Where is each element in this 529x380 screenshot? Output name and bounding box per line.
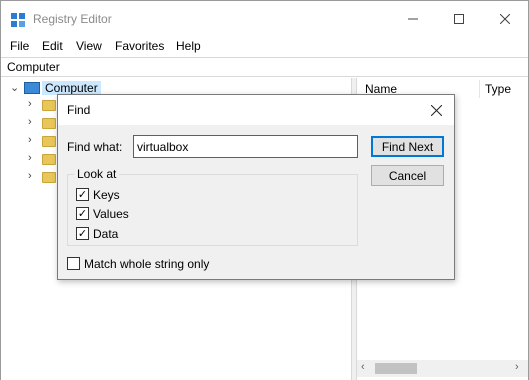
close-icon	[430, 104, 442, 116]
folder-icon	[42, 100, 56, 111]
data-label: Data	[93, 227, 119, 241]
tree-item-label: Computer	[42, 81, 101, 95]
close-icon	[500, 14, 510, 24]
look-at-group: Look at ✓ Keys ✓ Values ✓ Data	[67, 167, 358, 246]
keys-checkbox[interactable]: ✓	[76, 188, 89, 201]
scroll-left-icon[interactable]: ‹	[361, 361, 365, 373]
chevron-right-icon[interactable]: ›	[28, 152, 32, 164]
find-next-label: Find Next	[381, 139, 434, 154]
address-bar[interactable]: Computer	[1, 57, 528, 77]
find-what-input[interactable]	[133, 135, 358, 158]
menu-bar: File Edit View Favorites Help	[1, 37, 528, 57]
chevron-right-icon[interactable]: ›	[28, 134, 32, 146]
title-bar[interactable]: Registry Editor	[1, 1, 528, 37]
tree-item[interactable]: ›	[1, 97, 61, 114]
dialog-close-button[interactable]	[424, 98, 448, 122]
tree-item[interactable]: ›	[1, 115, 61, 132]
column-divider[interactable]	[479, 80, 480, 98]
minimize-button[interactable]	[390, 1, 436, 37]
data-checkbox[interactable]: ✓	[76, 227, 89, 240]
scroll-right-icon[interactable]: ›	[515, 361, 519, 373]
registry-editor-icon	[11, 13, 25, 27]
address-text: Computer	[7, 60, 60, 74]
find-what-label: Find what:	[67, 140, 123, 154]
maximize-icon	[454, 14, 464, 24]
folder-icon	[42, 136, 56, 147]
keys-label: Keys	[93, 188, 120, 202]
folder-icon	[42, 172, 56, 183]
look-at-label: Look at	[74, 167, 120, 181]
horizontal-scrollbar[interactable]: ‹ ›	[357, 360, 528, 377]
cancel-button[interactable]: Cancel	[371, 165, 444, 186]
menu-file[interactable]: File	[10, 39, 29, 53]
find-dialog: Find Find what: Find Next Cancel Look at…	[57, 94, 455, 280]
tree-item[interactable]: ›	[1, 133, 61, 150]
computer-icon	[24, 82, 40, 94]
match-whole-label: Match whole string only	[84, 257, 210, 271]
tree-item[interactable]: ›	[1, 151, 61, 168]
maximize-button[interactable]	[436, 1, 482, 37]
dialog-title: Find	[67, 103, 91, 117]
cancel-label: Cancel	[388, 168, 427, 183]
find-next-button[interactable]: Find Next	[371, 136, 444, 157]
menu-help[interactable]: Help	[176, 39, 201, 53]
chevron-right-icon[interactable]: ›	[28, 116, 32, 128]
match-whole-checkbox[interactable]	[67, 257, 80, 270]
tree-item[interactable]: ›	[1, 169, 61, 186]
scrollbar-thumb[interactable]	[375, 363, 417, 374]
values-checkbox[interactable]: ✓	[76, 207, 89, 220]
dialog-title-bar[interactable]: Find	[58, 95, 454, 125]
chevron-right-icon[interactable]: ›	[28, 170, 32, 182]
chevron-right-icon[interactable]: ›	[28, 98, 32, 110]
menu-edit[interactable]: Edit	[42, 39, 63, 53]
menu-favorites[interactable]: Favorites	[115, 39, 164, 53]
chevron-down-icon[interactable]: ⌄	[10, 81, 19, 94]
folder-icon	[42, 118, 56, 129]
menu-view[interactable]: View	[76, 39, 102, 53]
window-title: Registry Editor	[33, 12, 112, 26]
close-window-button[interactable]	[482, 1, 528, 37]
minimize-icon	[408, 18, 418, 20]
column-header-type[interactable]: Type	[485, 82, 511, 96]
folder-icon	[42, 154, 56, 165]
match-whole-checkbox-row[interactable]: Match whole string only	[67, 256, 247, 272]
values-label: Values	[93, 207, 129, 221]
